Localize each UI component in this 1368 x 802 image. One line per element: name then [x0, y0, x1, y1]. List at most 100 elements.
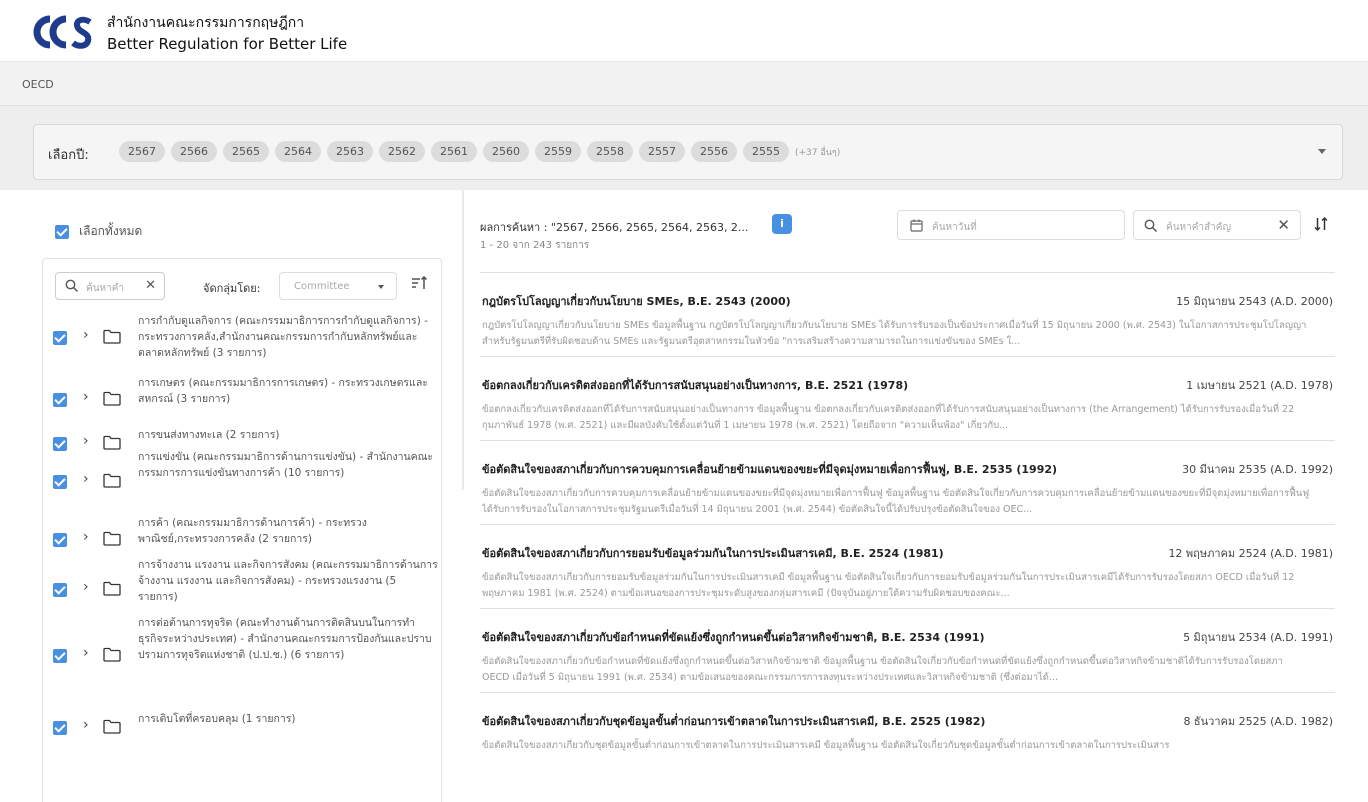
year-chip[interactable]: 2564 — [275, 141, 321, 162]
year-multiselect[interactable]: เลือกปี: 2567 2566 2565 2564 2563 2562 2561 256… — [33, 124, 1343, 180]
result-item-title[interactable]: ข้อตกลงเกี่ยวกับเครดิตส่งออกที่ได้รับการ… — [482, 376, 908, 394]
folder-icon — [103, 329, 121, 344]
year-chip[interactable]: 2567 — [119, 141, 165, 162]
result-item[interactable]: ข้อตัดสินใจของสภาเกี่ยวกับการควบคุมการเค… — [480, 440, 1335, 524]
result-item[interactable]: ข้อตัดสินใจของสภาเกี่ยวกับข้อกำหนดที่ขัด… — [480, 608, 1335, 692]
filter-sidebar: เลือกทั้งหมด ค้นหาคำ ✕ จัดกลุ่มโดย: Comm… — [0, 190, 460, 802]
breadcrumb-bar: OECD — [0, 62, 1368, 106]
year-chip[interactable]: 2556 — [691, 141, 737, 162]
info-button[interactable]: i — [772, 214, 792, 234]
year-label: เลือกปี: — [48, 148, 89, 163]
result-item-snippet: ข้อตัดสินใจของสภาเกี่ยวกับข้อกำหนดที่ขัด… — [482, 656, 1283, 683]
ocs-logo[interactable] — [28, 13, 94, 51]
checkbox-checked-icon[interactable] — [53, 393, 67, 407]
folder-icon — [103, 473, 121, 488]
result-item[interactable]: ข้อตัดสินใจของสภาเกี่ยวกับชุดข้อมูลขั้นต… — [480, 692, 1335, 776]
ocs-logo-icon — [33, 15, 92, 49]
year-chip[interactable]: 2565 — [223, 141, 269, 162]
caret-down-icon — [378, 285, 384, 289]
tree-search-input[interactable]: ค้นหาคำ ✕ — [55, 272, 165, 300]
result-count: 1 - 20 จาก 243 รายการ — [480, 240, 590, 251]
category-tree: ค้นหาคำ ✕ จัดกลุ่มโดย: Committee › การกำก… — [42, 258, 442, 802]
chevron-right-icon[interactable]: › — [83, 717, 89, 733]
tree-item-label: การต่อต้านการทุจริต (คณะทำงานด้านการติดส… — [138, 617, 432, 661]
year-chips: 2567 2566 2565 2564 2563 2562 2561 2560 2559 2558… — [119, 141, 840, 162]
year-chip[interactable]: 2558 — [587, 141, 633, 162]
checkbox-checked-icon[interactable] — [53, 533, 67, 547]
group-by-select[interactable]: Committee — [279, 272, 397, 300]
chevron-right-icon[interactable]: › — [83, 579, 89, 595]
tree-search-placeholder: ค้นหาคำ — [86, 283, 125, 294]
result-item-title[interactable]: ข้อตัดสินใจของสภาเกี่ยวกับการควบคุมการเค… — [482, 460, 1057, 478]
year-chip[interactable]: 2566 — [171, 141, 217, 162]
result-item[interactable]: ข้อตัดสินใจของสภาเกี่ยวกับการยอมรับข้อมู… — [480, 524, 1335, 608]
keyword-search-input[interactable]: ค้นหาคำสำคัญ ✕ — [1133, 210, 1301, 240]
tree-item-label: การขนส่งทางทะเล (2 รายการ) — [138, 429, 280, 441]
folder-icon — [103, 435, 121, 450]
result-item[interactable]: ข้อตกลงเกี่ยวกับเครดิตส่งออกที่ได้รับการ… — [480, 356, 1335, 440]
sort-lines-icon[interactable] — [411, 275, 427, 291]
result-item-title[interactable]: ข้อตัดสินใจของสภาเกี่ยวกับข้อกำหนดที่ขัด… — [482, 628, 985, 646]
result-item-date: 1 เมษายน 2521 (A.D. 1978) — [1186, 379, 1333, 392]
group-by-label: จัดกลุ่มโดย: — [203, 282, 261, 295]
clear-search-icon[interactable]: ✕ — [145, 278, 156, 293]
result-item-snippet: ข้อตัดสินใจของสภาเกี่ยวกับชุดข้อมูลขั้นต… — [482, 740, 1170, 751]
results-panel: ผลการค้นหา : "2567, 2566, 2565, 2564, 25… — [480, 190, 1355, 802]
result-item-date: 30 มีนาคม 2535 (A.D. 1992) — [1182, 463, 1333, 476]
checkbox-checked-icon[interactable] — [53, 583, 67, 597]
checkbox-checked-icon[interactable] — [53, 649, 67, 663]
result-item-snippet: ข้อตัดสินใจของสภาเกี่ยวกับการยอมรับข้อมู… — [482, 572, 1295, 599]
folder-icon — [103, 531, 121, 546]
folder-icon — [103, 719, 121, 734]
group-by-value: Committee — [294, 281, 350, 292]
search-icon — [65, 279, 79, 293]
result-item-date: 15 มิถุนายน 2543 (A.D. 2000) — [1176, 295, 1333, 308]
tree-item-label: การเกษตร (คณะกรรมมาธิการการเกษตร) - กระท… — [138, 377, 428, 405]
result-item[interactable]: กฎบัตรโปโลญญาเกี่ยวกับนโยบาย SMEs, B.E. … — [480, 272, 1335, 356]
clear-keyword-icon[interactable]: ✕ — [1277, 216, 1290, 234]
tree-item-label: การกำกับดูแลกิจการ (คณะกรรมมาธิการการกำก… — [138, 315, 428, 359]
breadcrumb[interactable]: OECD — [22, 78, 54, 91]
date-placeholder: ค้นหาวันที่ — [932, 222, 977, 233]
chevron-down-icon[interactable] — [1318, 149, 1326, 154]
checkbox-checked-icon[interactable] — [53, 475, 67, 489]
brand-title-th: สำนักงานคณะกรรมการกฤษฎีกา — [107, 15, 305, 31]
select-all-checkbox[interactable]: เลือกทั้งหมด — [55, 222, 142, 241]
chevron-right-icon[interactable]: › — [83, 471, 89, 487]
checkbox-checked-icon[interactable] — [53, 721, 67, 735]
tree-item-label: การจ้างงาน แรงงาน และกิจการสังคม (คณะกรร… — [138, 559, 438, 603]
tree-item-label: การเติบโตที่ครอบคลุม (1 รายการ) — [138, 713, 296, 725]
result-item-date: 8 ธันวาคม 2525 (A.D. 1982) — [1183, 715, 1333, 728]
chevron-right-icon[interactable]: › — [83, 433, 89, 449]
year-chip[interactable]: 2559 — [535, 141, 581, 162]
year-chip[interactable]: 2561 — [431, 141, 477, 162]
result-item-title[interactable]: ข้อตัดสินใจของสภาเกี่ยวกับการยอมรับข้อมู… — [482, 544, 944, 562]
tree-item-label: การแข่งขัน (คณะกรรมมาธิการด้านการแข่งขัน… — [138, 451, 434, 479]
year-chip[interactable]: 2562 — [379, 141, 425, 162]
result-list: กฎบัตรโปโลญญาเกี่ยวกับนโยบาย SMEs, B.E. … — [480, 272, 1335, 776]
result-item-snippet: ข้อตัดสินใจของสภาเกี่ยวกับการควบคุมการเค… — [482, 488, 1310, 515]
chevron-right-icon[interactable]: › — [83, 529, 89, 545]
chevron-right-icon[interactable]: › — [83, 645, 89, 661]
date-search-input[interactable]: ค้นหาวันที่ — [897, 210, 1125, 240]
select-all-label: เลือกทั้งหมด — [79, 224, 143, 238]
chevron-right-icon[interactable]: › — [83, 327, 89, 343]
folder-icon — [103, 391, 121, 406]
year-chip[interactable]: 2563 — [327, 141, 373, 162]
year-chip[interactable]: 2557 — [639, 141, 685, 162]
sort-arrows-icon[interactable] — [1313, 216, 1329, 232]
checkbox-checked-icon[interactable] — [55, 224, 69, 239]
panel-divider — [462, 190, 464, 490]
checkbox-checked-icon[interactable] — [53, 331, 67, 345]
year-chip[interactable]: 2555 — [743, 141, 789, 162]
app-header: สำนักงานคณะกรรมการกฤษฎีกา Better Regulat… — [0, 0, 1368, 62]
search-icon — [1144, 219, 1158, 233]
year-chip[interactable]: 2560 — [483, 141, 529, 162]
calendar-icon — [910, 219, 923, 232]
result-item-title[interactable]: ข้อตัดสินใจของสภาเกี่ยวกับชุดข้อมูลขั้นต… — [482, 712, 985, 730]
chevron-right-icon[interactable]: › — [83, 389, 89, 405]
result-item-snippet: ข้อตกลงเกี่ยวกับเครดิตส่งออกที่ได้รับการ… — [482, 404, 1295, 431]
result-item-title[interactable]: กฎบัตรโปโลญญาเกี่ยวกับนโยบาย SMEs, B.E. … — [482, 292, 791, 310]
checkbox-checked-icon[interactable] — [53, 437, 67, 451]
result-title: ผลการค้นหา : "2567, 2566, 2565, 2564, 25… — [480, 221, 749, 234]
